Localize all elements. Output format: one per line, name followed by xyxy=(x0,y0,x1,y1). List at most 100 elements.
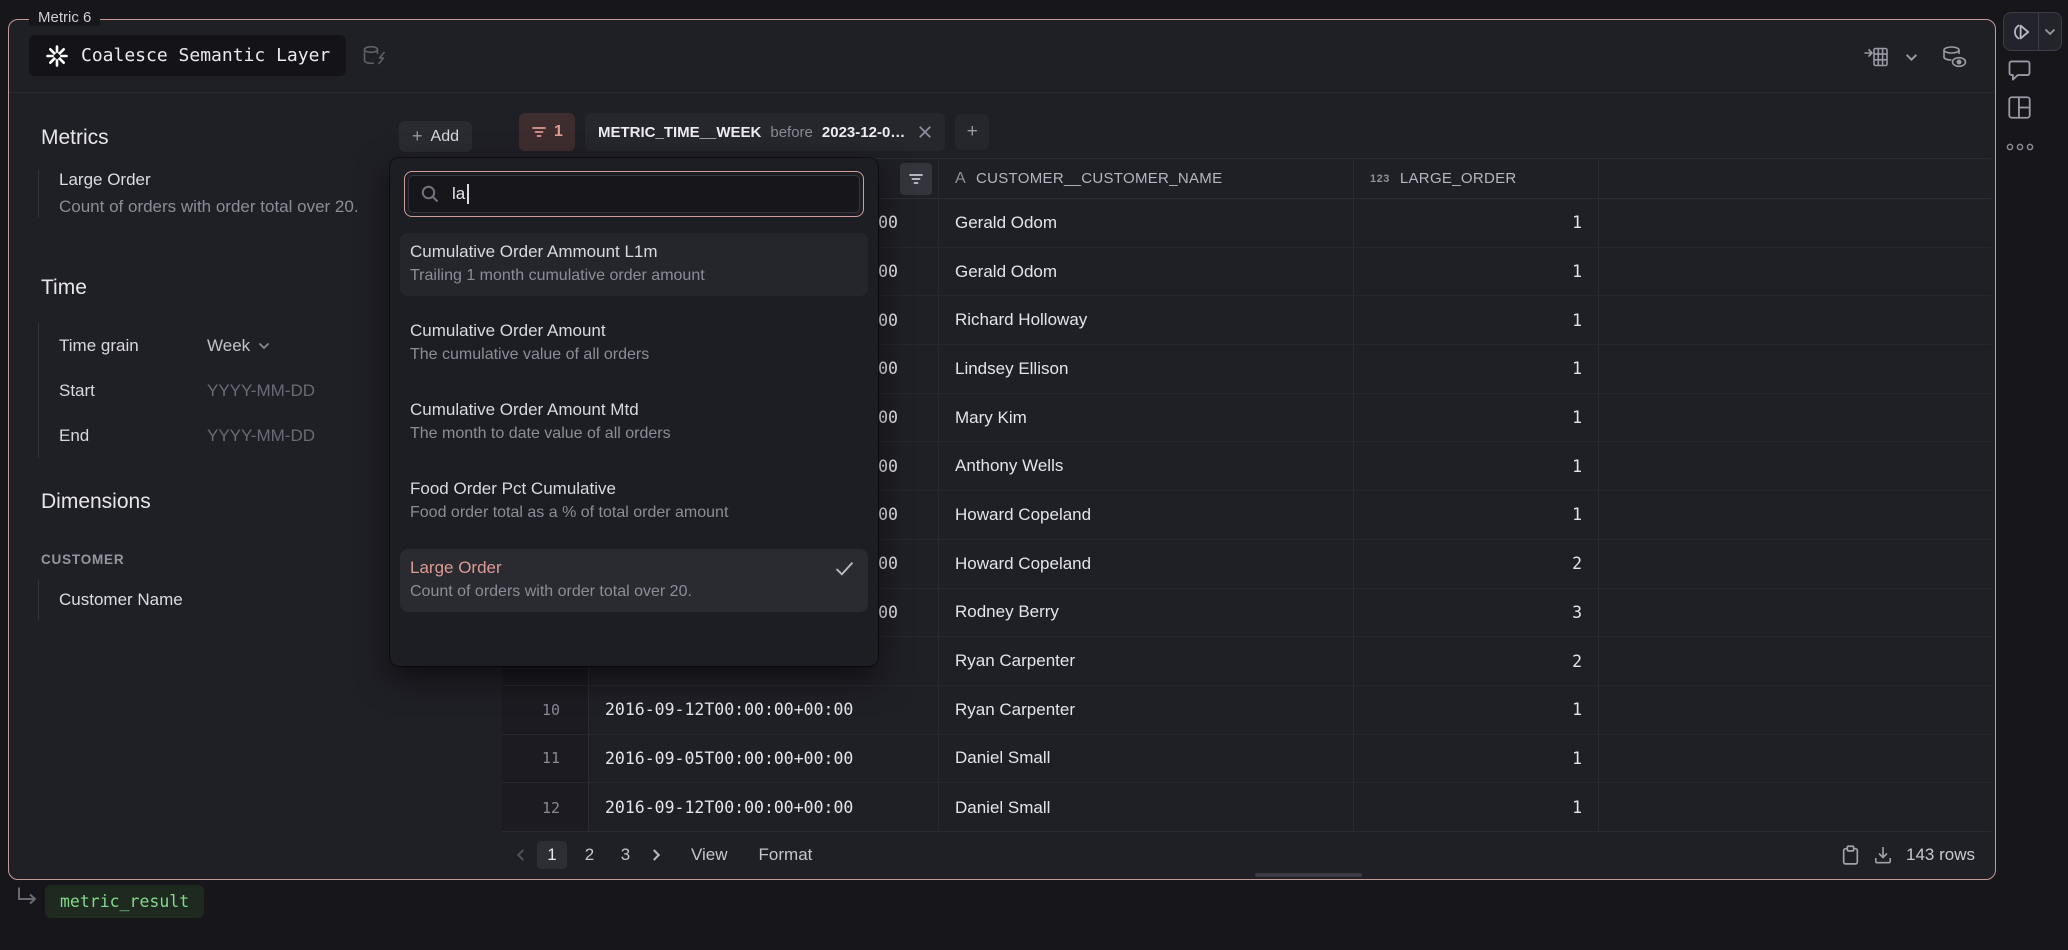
run-cell-icon[interactable] xyxy=(2004,22,2038,42)
cell-customer-name: Richard Holloway xyxy=(939,296,1354,344)
metric-option-description: Count of orders with order total over 20… xyxy=(410,583,858,601)
value-column-label: LARGE_ORDER xyxy=(1400,170,1517,187)
cell-filler xyxy=(1599,442,1991,490)
run-options-chevron-icon[interactable] xyxy=(2039,28,2061,36)
cell-customer-name: Gerald Odom xyxy=(939,199,1354,247)
filter-chip-operator: before xyxy=(770,124,813,141)
metric-option[interactable]: Cumulative Order Amount The cumulative v… xyxy=(400,312,868,375)
metric-cell: Metric 6 Coalesce Semantic Layer xyxy=(8,19,1996,880)
search-focus-ring xyxy=(404,171,864,217)
download-icon[interactable] xyxy=(1873,845,1893,865)
chevron-down-icon[interactable] xyxy=(1905,53,1918,62)
cell-row-index: 11 xyxy=(502,735,589,783)
time-grain-row: Time grain Week xyxy=(59,323,389,368)
cell-customer-name: Daniel Small xyxy=(939,783,1354,832)
cell-large-order: 3 xyxy=(1354,589,1599,637)
start-date-input[interactable]: YYYY-MM-DD xyxy=(207,381,315,401)
cell-customer-name: Howard Copeland xyxy=(939,540,1354,588)
time-grain-value: Week xyxy=(207,336,250,356)
metric-option-title: Large Order xyxy=(410,558,858,578)
value-column-header[interactable]: 123 LARGE_ORDER xyxy=(1354,159,1599,198)
metric-name: Large Order xyxy=(59,170,359,190)
cell-filler xyxy=(1599,248,1991,296)
metric-option[interactable]: Large Order Count of orders with order t… xyxy=(400,549,868,612)
text-caret xyxy=(467,184,469,204)
cell-row-index: 10 xyxy=(502,686,589,734)
table-arrow-icon[interactable] xyxy=(1863,45,1889,69)
cell-customer-name: Rodney Berry xyxy=(939,589,1354,637)
metric-option-title: Cumulative Order Amount Mtd xyxy=(410,400,858,420)
ellipsis-icon[interactable] xyxy=(2006,142,2034,152)
page-button-2[interactable]: 2 xyxy=(576,841,603,869)
filter-chip[interactable]: METRIC_TIME__WEEK before 2023-12-0… xyxy=(585,113,945,151)
number-type-icon: 123 xyxy=(1370,173,1390,185)
database-eye-icon[interactable] xyxy=(1940,44,1968,70)
cell-customer-name: Gerald Odom xyxy=(939,248,1354,296)
snowflake-icon xyxy=(45,44,69,68)
dimensions-heading: Dimensions xyxy=(41,490,151,514)
plus-icon: + xyxy=(412,126,423,147)
metric-option[interactable]: Cumulative Order Amount Mtd The month to… xyxy=(400,391,868,454)
metric-description: Count of orders with order total over 20… xyxy=(59,197,359,217)
time-grain-label: Time grain xyxy=(59,336,207,356)
horizontal-scrollbar[interactable] xyxy=(1255,873,1362,877)
page-button-1[interactable]: 1 xyxy=(537,841,567,869)
copy-icon[interactable] xyxy=(1841,845,1860,866)
format-button[interactable]: Format xyxy=(759,845,813,865)
cell-filler xyxy=(1599,637,1991,685)
filter-count: 1 xyxy=(554,123,563,141)
add-filter-button[interactable]: + xyxy=(955,114,989,150)
metric-option[interactable]: Cumulative Order Ammount L1m Trailing 1 … xyxy=(400,233,868,296)
cell-large-order: 1 xyxy=(1354,491,1599,539)
column-filter-button[interactable] xyxy=(900,163,932,195)
run-button-group xyxy=(2003,12,2062,51)
pagination: 1 2 3 View Format xyxy=(512,841,812,869)
cell-customer-name: Ryan Carpenter xyxy=(939,686,1354,734)
metric-option-title: Cumulative Order Amount xyxy=(410,321,858,341)
output-variable-pill[interactable]: metric_result xyxy=(45,885,204,918)
selected-metric-item[interactable]: Large Order Count of orders with order t… xyxy=(38,170,359,217)
string-type-icon: A xyxy=(955,170,966,188)
view-button[interactable]: View xyxy=(691,845,728,865)
cell-large-order: 2 xyxy=(1354,637,1599,685)
table-row[interactable]: 12 2016-09-12T00:00:00+00:00 Daniel Smal… xyxy=(502,783,1991,832)
dimension-item[interactable]: Customer Name xyxy=(38,580,183,620)
prev-page-icon[interactable] xyxy=(512,848,528,862)
start-date-row: Start YYYY-MM-DD xyxy=(59,368,389,413)
end-date-row: End YYYY-MM-DD xyxy=(59,413,389,458)
comment-bubble-icon[interactable] xyxy=(2007,59,2032,82)
cell-filler xyxy=(1599,491,1991,539)
remove-filter-icon[interactable] xyxy=(918,125,932,139)
database-bolt-icon[interactable] xyxy=(361,44,389,68)
metric-search-input[interactable] xyxy=(450,183,848,205)
add-button-label: Add xyxy=(431,128,459,146)
time-grain-select[interactable]: Week xyxy=(207,336,270,356)
page-button-3[interactable]: 3 xyxy=(612,841,639,869)
cell-customer-name: Lindsey Ellison xyxy=(939,345,1354,393)
metric-option-title: Food Order Pct Cumulative xyxy=(410,479,858,499)
metric-option[interactable]: Food Order Pct Cumulative Food order tot… xyxy=(400,470,868,533)
customer-column-header[interactable]: A CUSTOMER__CUSTOMER_NAME xyxy=(939,159,1354,198)
add-metric-button[interactable]: + Add xyxy=(399,121,472,152)
table-row[interactable]: 10 2016-09-12T00:00:00+00:00 Ryan Carpen… xyxy=(502,686,1991,735)
cell-date: 2016-09-12T00:00:00+00:00 xyxy=(589,783,939,832)
filter-lines-icon xyxy=(531,125,547,139)
output-variable-name: metric_result xyxy=(60,892,189,911)
cell-filler xyxy=(1599,783,1991,832)
next-page-icon[interactable] xyxy=(648,848,664,862)
time-settings: Time grain Week Start YYYY-MM-DD End YYY… xyxy=(38,323,389,458)
table-row[interactable]: 11 2016-09-05T00:00:00+00:00 Daniel Smal… xyxy=(502,735,1991,784)
source-pill-label: Coalesce Semantic Layer xyxy=(81,45,330,66)
cell-large-order: 1 xyxy=(1354,296,1599,344)
source-pill[interactable]: Coalesce Semantic Layer xyxy=(29,35,346,76)
end-date-input[interactable]: YYYY-MM-DD xyxy=(207,426,315,446)
metric-option-description: Trailing 1 month cumulative order amount xyxy=(410,267,858,285)
cell-filler xyxy=(1599,394,1991,442)
cell-date: 2016-09-12T00:00:00+00:00 xyxy=(589,686,939,734)
cell-customer-name: Anthony Wells xyxy=(939,442,1354,490)
cell-date: 2016-09-05T00:00:00+00:00 xyxy=(589,735,939,783)
cell-header: Coalesce Semantic Layer xyxy=(9,20,1995,93)
layout-panels-icon[interactable] xyxy=(2007,95,2032,120)
cell-large-order: 2 xyxy=(1354,540,1599,588)
filter-count-badge[interactable]: 1 xyxy=(519,113,575,151)
